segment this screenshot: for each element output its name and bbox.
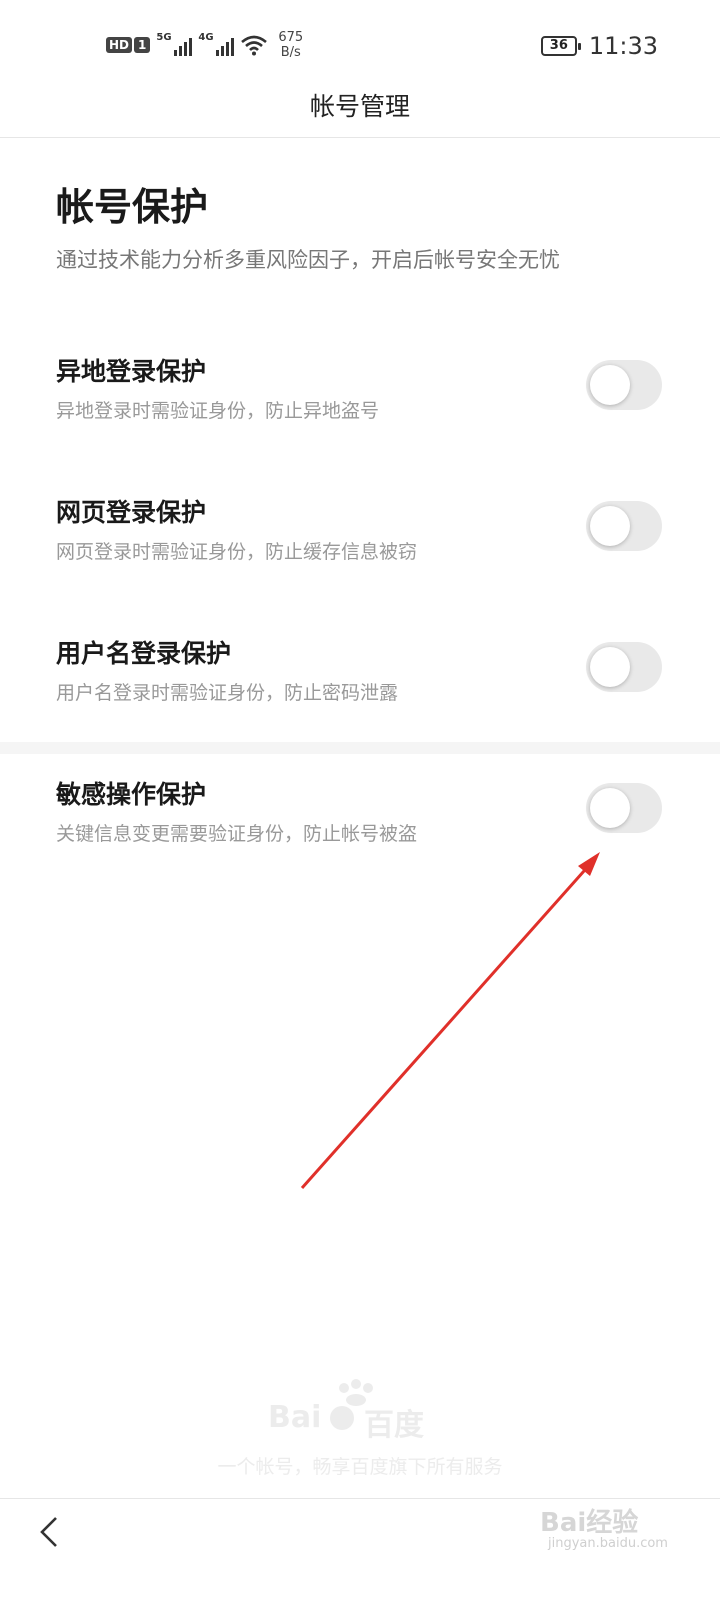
status-left: HD 1 5G 4G 675 B/s [106, 30, 303, 60]
section-title: 帐号保护 [56, 185, 209, 229]
status-bar: HD 1 5G 4G 675 B/s 36 11:33 [0, 0, 720, 90]
speed-value: 675 [278, 30, 304, 45]
status-right: 36 11:33 [540, 32, 658, 60]
logo-text: Bai [268, 1400, 322, 1435]
sensitive-operation-toggle[interactable] [586, 783, 662, 833]
setting-title: 用户名登录保护 [56, 639, 232, 668]
setting-description: 用户名登录时需验证身份，防止密码泄露 [56, 682, 399, 704]
watermark-text: Bai经验 [540, 1508, 639, 1538]
toggle-knob [590, 647, 630, 687]
battery-icon: 36 [540, 36, 581, 56]
toggle-knob [590, 365, 630, 405]
signal-4g-icon: 4G [198, 32, 235, 56]
network-speed: 675 B/s [278, 30, 303, 60]
setting-web-login-protection: 网页登录保护 网页登录时需验证身份，防止缓存信息被窃 [0, 493, 720, 593]
watermark: Bai经验 jingyan.baidu.com [540, 1494, 710, 1554]
battery-level: 36 [549, 38, 568, 53]
setting-sensitive-operation-protection: 敏感操作保护 关键信息变更需要验证身份，防止帐号被盗 [0, 775, 720, 875]
sim-label: 1 [134, 37, 151, 53]
wifi-icon [241, 35, 268, 56]
setting-username-login-protection: 用户名登录保护 用户名登录时需验证身份，防止密码泄露 [0, 634, 720, 734]
setting-description: 网页登录时需验证身份，防止缓存信息被窃 [56, 541, 418, 563]
signal-5g-icon: 5G [156, 32, 193, 56]
username-login-toggle[interactable] [586, 642, 662, 692]
setting-remote-login-protection: 异地登录保护 异地登录时需验证身份，防止异地盗号 [0, 352, 720, 452]
title-divider [0, 137, 720, 138]
hd-voice-icon: HD 1 [106, 35, 151, 55]
toggle-knob [590, 506, 630, 546]
web-login-toggle[interactable] [586, 501, 662, 551]
hd-label: HD [106, 37, 133, 53]
section-description: 通过技术能力分析多重风险因子，开启后帐号安全无忧 [56, 248, 560, 272]
paw-icon [330, 1406, 354, 1430]
signal-5g-label: 5G [156, 32, 172, 43]
logo-text-cn: 百度 [364, 1408, 424, 1443]
toggle-knob [590, 788, 630, 828]
page-title: 帐号管理 [309, 92, 410, 121]
remote-login-toggle[interactable] [586, 360, 662, 410]
setting-title: 异地登录保护 [56, 357, 207, 386]
clock: 11:33 [588, 32, 658, 60]
setting-description: 异地登录时需验证身份，防止异地盗号 [56, 400, 380, 422]
back-arrow-icon[interactable] [36, 1512, 66, 1552]
group-separator [0, 742, 720, 754]
baidu-logo: Bai 百度 [268, 1378, 448, 1443]
signal-4g-label: 4G [198, 32, 214, 43]
setting-title: 敏感操作保护 [56, 780, 207, 809]
speed-unit: B/s [280, 45, 301, 60]
setting-title: 网页登录保护 [56, 498, 207, 527]
footer-slogan: 一个帐号，畅享百度旗下所有服务 [217, 1456, 503, 1478]
watermark-url: jingyan.baidu.com [548, 1536, 668, 1551]
setting-description: 关键信息变更需要验证身份，防止帐号被盗 [56, 823, 418, 845]
